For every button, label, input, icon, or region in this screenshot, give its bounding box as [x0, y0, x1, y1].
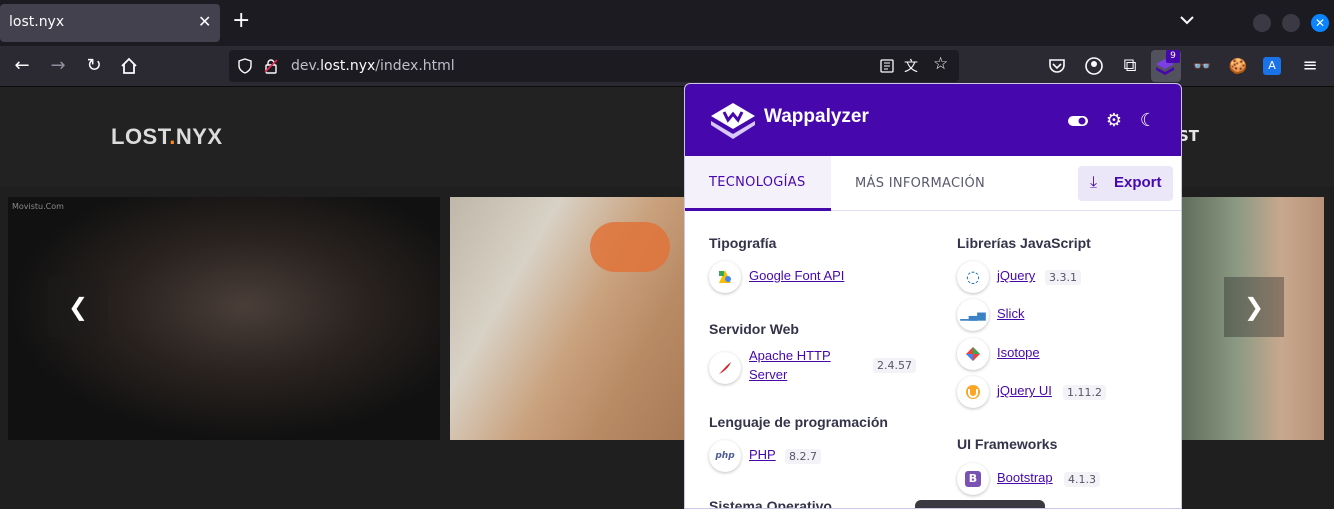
tech-item-jquery[interactable]: ◌ jQuery 3.3.1 [957, 261, 1157, 295]
popup-tabs: TECNOLOGÍAS MÁS INFORMACIÓN ⤓ Export [685, 156, 1181, 211]
google-fonts-icon [709, 261, 741, 293]
new-tab-button[interactable]: + [232, 8, 250, 34]
extension-badge: 9 [1166, 50, 1180, 63]
navigation-toolbar: ← → ↻ dev.lost.nyx/index.html 文 ☆ ⧉ 9 👓 … [0, 46, 1334, 87]
reader-view-icon[interactable] [879, 58, 895, 74]
tech-item-jquery-ui[interactable]: jQuery UI 1.11.2 [957, 376, 1157, 410]
tab-more-info[interactable]: MÁS INFORMACIÓN [831, 156, 1011, 211]
settings-gear-icon[interactable]: ⚙ [1103, 110, 1125, 132]
export-button[interactable]: ⤓ Export [1078, 166, 1173, 201]
category-heading: Lenguaje de programación [709, 414, 888, 430]
tech-item-slick[interactable]: ▁▃▅ Slick [957, 299, 1157, 333]
extension-glasses-icon[interactable]: 👓 [1191, 55, 1213, 77]
url-bar[interactable]: dev.lost.nyx/index.html 文 ☆ [229, 50, 959, 82]
extensions-icon[interactable]: ⧉ [1119, 55, 1141, 77]
home-icon[interactable] [118, 55, 140, 77]
url-text[interactable]: dev.lost.nyx/index.html [291, 58, 455, 74]
bookmark-star-icon[interactable]: ☆ [933, 54, 948, 74]
carousel-next-button[interactable]: ❯ [1224, 277, 1284, 337]
category-heading: Sistema Operativo [709, 498, 832, 509]
wappalyzer-extension-button[interactable]: 9 [1151, 50, 1181, 82]
dark-mode-moon-icon[interactable]: ☾ [1137, 110, 1159, 132]
maximize-button[interactable] [1282, 14, 1300, 32]
extension-cookie-icon[interactable]: 🍪 [1227, 55, 1249, 77]
minimize-button[interactable] [1253, 14, 1271, 32]
version-badge: 4.1.3 [1064, 472, 1100, 487]
jquery-icon: ◌ [957, 261, 989, 293]
wappalyzer-logo-icon [711, 103, 755, 139]
category-heading: Librerías JavaScript [957, 235, 1091, 251]
download-icon: ⤓ [1090, 172, 1098, 191]
image-watermark: Movistu.Com [12, 202, 64, 211]
menu-icon[interactable]: ≡ [1299, 55, 1321, 77]
popup-brand: Wappalyzer [764, 106, 869, 127]
sunglasses-shape [590, 222, 670, 272]
tab-title: lost.nyx [9, 14, 65, 30]
slick-icon: ▁▃▅ [957, 299, 989, 331]
translate-icon[interactable]: 文 [904, 56, 918, 76]
apache-feather-icon [709, 352, 741, 384]
pocket-icon[interactable] [1046, 55, 1068, 77]
isotope-icon [957, 338, 989, 370]
extension-translate-icon[interactable]: A [1263, 57, 1281, 75]
reload-icon[interactable]: ↻ [83, 55, 105, 77]
tech-item-google-font-api[interactable]: Google Font API [709, 261, 909, 295]
forward-icon[interactable]: → [47, 55, 69, 77]
close-window-button[interactable]: ✕ [1311, 14, 1329, 32]
tech-item-apache[interactable]: Apache HTTP Server 2.4.57 [709, 348, 916, 388]
bootstrap-icon: B [957, 463, 989, 495]
tab-list-chevron-icon[interactable] [1178, 11, 1196, 29]
category-heading: Servidor Web [709, 321, 799, 337]
back-icon[interactable]: ← [11, 55, 33, 77]
tab-close-icon[interactable]: ✕ [198, 12, 211, 31]
tech-item-isotope[interactable]: Isotope [957, 338, 1157, 372]
shield-icon[interactable] [237, 58, 253, 74]
php-icon: php [709, 440, 741, 472]
category-heading: Tipografía [709, 235, 777, 251]
version-badge: 8.2.7 [785, 449, 821, 464]
carousel-prev-button[interactable]: ❮ [48, 277, 108, 337]
popup-header: Wappalyzer ⚙ ☾ [685, 84, 1181, 156]
tooltip-overlay [915, 500, 1045, 508]
tech-item-bootstrap[interactable]: B Bootstrap 4.1.3 [957, 463, 1157, 497]
toggle-icon[interactable] [1067, 110, 1089, 132]
tech-item-php[interactable]: php PHP 8.2.7 [709, 440, 909, 474]
tab-technologies[interactable]: TECNOLOGÍAS [685, 156, 831, 211]
carousel-image [450, 197, 684, 440]
insecure-lock-icon[interactable] [263, 58, 279, 74]
category-heading: UI Frameworks [957, 436, 1058, 452]
account-icon[interactable] [1083, 55, 1105, 77]
jquery-ui-icon [957, 376, 989, 408]
browser-tab[interactable]: lost.nyx ✕ [0, 4, 220, 42]
wappalyzer-popup: Wappalyzer ⚙ ☾ TECNOLOGÍAS MÁS INFORMACI… [684, 83, 1182, 509]
version-badge: 1.11.2 [1063, 385, 1106, 400]
version-badge: 3.3.1 [1045, 270, 1081, 285]
version-badge: 2.4.57 [873, 358, 916, 373]
tab-strip: lost.nyx ✕ + ✕ [0, 0, 1334, 46]
site-logo[interactable]: LOST.NYX [111, 124, 223, 150]
